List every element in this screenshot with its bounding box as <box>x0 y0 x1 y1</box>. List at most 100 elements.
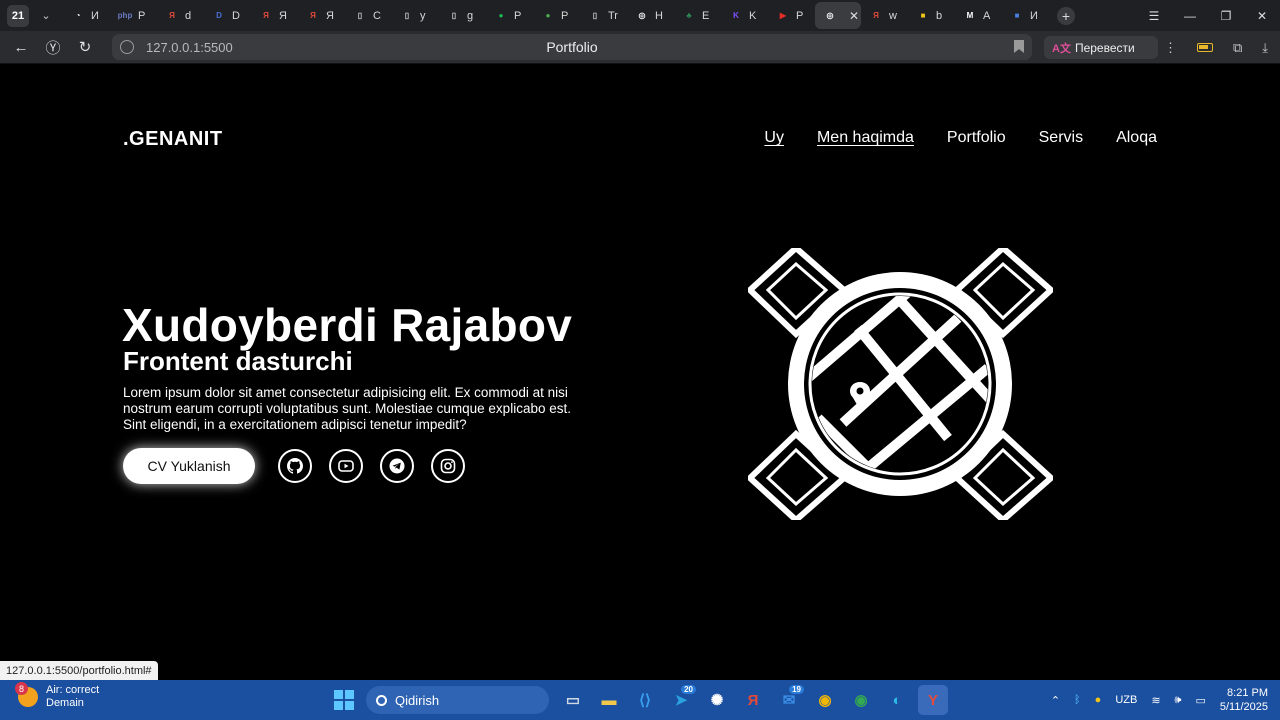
bluetooth-icon[interactable]: ᛒ <box>1074 694 1081 706</box>
tab-label: P <box>138 9 146 22</box>
nav-link-aloqa[interactable]: Aloqa <box>1116 129 1157 147</box>
browser-tab[interactable]: MA <box>955 2 1002 29</box>
translate-label: Перевести <box>1074 40 1135 55</box>
yandex-taskbar-button[interactable]: Я <box>738 685 768 715</box>
window-controls: ☰ — ❐ ✕ <box>1136 0 1280 31</box>
start-button[interactable] <box>334 690 354 710</box>
tray-overflow-icon[interactable]: ⌃ <box>1051 694 1060 707</box>
tray-app-icon[interactable]: ● <box>1095 694 1102 706</box>
telegram-link[interactable] <box>380 449 414 483</box>
browser-tab-bar: 21 ⌄ ◔ Иphp P Яd D D Я Я Я Я ▯ C ▯ y ▯ g ● P ● P ▯ Tr ◎ H ♣ E K K ▶ P… <box>0 0 1280 31</box>
nav-link-servis[interactable]: Servis <box>1039 129 1083 147</box>
tab-favicon-icon: ▶ <box>779 11 787 20</box>
tab-label: E <box>702 9 710 22</box>
tab-favicon-icon: ■ <box>920 11 926 20</box>
tab-count-button[interactable]: 21 <box>7 4 29 27</box>
tab-label: P <box>561 9 569 22</box>
nav-link-men-haqimda[interactable]: Men haqimda <box>817 129 914 147</box>
bookmark-icon[interactable] <box>1014 40 1024 53</box>
file-explorer-taskbar-button[interactable]: ▬ <box>594 685 624 715</box>
mail-taskbar-button[interactable]: ✉ 19 <box>774 685 804 715</box>
minimize-button[interactable]: — <box>1172 9 1208 23</box>
volume-icon[interactable]: 🕪 <box>1175 694 1182 707</box>
menu-icon[interactable]: ☰ <box>1136 9 1172 23</box>
wifi-icon[interactable]: ≋ <box>1151 694 1160 707</box>
github-link[interactable] <box>278 449 312 483</box>
battery-saver-icon[interactable] <box>1196 43 1213 52</box>
browser-tab[interactable]: ♣ E <box>674 2 721 29</box>
chrome-profile-taskbar-button[interactable]: ◉ <box>846 685 876 715</box>
reload-button[interactable]: ↻ <box>74 38 96 56</box>
instagram-icon <box>440 458 456 474</box>
browser-tab[interactable]: DD <box>204 2 251 29</box>
browser-tab[interactable]: Яd <box>157 2 204 29</box>
browser-tab[interactable]: ◔ И <box>63 2 110 29</box>
nav-link-portfolio[interactable]: Portfolio <box>947 129 1006 147</box>
social-links <box>278 449 465 483</box>
tab-favicon-icon: K <box>733 11 739 20</box>
youtube-link[interactable] <box>329 449 363 483</box>
browser-tab[interactable]: KK <box>721 2 768 29</box>
back-button[interactable]: ← <box>10 39 32 56</box>
browser-tab[interactable]: ◎ ✕ <box>815 2 861 29</box>
clock[interactable]: 8:21 PM 5/11/2025 <box>1220 686 1268 714</box>
system-tray: ⌃ ᛒ ● UZB ≋ 🕪 ▭ 8:21 PM 5/11/2025 <box>1051 680 1268 720</box>
task-view-taskbar-button[interactable]: ▭ <box>558 685 588 715</box>
cv-download-button[interactable]: CV Yuklanish <box>123 448 255 484</box>
edge-taskbar-button[interactable]: ◐ <box>882 685 912 715</box>
browser-tab[interactable]: ЯЯ <box>251 2 298 29</box>
vscode-icon: ⟨⟩ <box>639 692 651 709</box>
maximize-button[interactable]: ❐ <box>1208 9 1244 23</box>
nav-link-uy[interactable]: Uy <box>764 129 784 147</box>
collections-icon[interactable]: ⧉ <box>1233 40 1242 56</box>
browser-tab[interactable]: ▯ C <box>345 2 392 29</box>
close-tab-icon[interactable]: ✕ <box>849 9 859 23</box>
site-info-icon[interactable] <box>120 40 134 54</box>
chatgpt-taskbar-button[interactable]: ✺ <box>702 685 732 715</box>
close-window-button[interactable]: ✕ <box>1244 9 1280 23</box>
browser-tab[interactable]: ● P <box>486 2 533 29</box>
new-tab-button[interactable]: + <box>1057 6 1075 25</box>
browser-tab[interactable]: ▯ Tr <box>580 2 627 29</box>
tab-label: Я <box>326 9 334 22</box>
browser-tab[interactable]: ● P <box>533 2 580 29</box>
taskbar-search[interactable]: Qidirish <box>366 686 549 714</box>
yandex-browser-taskbar-button[interactable]: Y <box>918 685 948 715</box>
translate-button[interactable]: A文 Перевести <box>1044 36 1158 59</box>
vscode-taskbar-button[interactable]: ⟨⟩ <box>630 685 660 715</box>
tab-label: g <box>467 9 474 22</box>
browser-tab[interactable]: ■ b <box>908 2 955 29</box>
browser-tab[interactable]: ◎ H <box>627 2 674 29</box>
tab-favicon-icon: ◔ <box>75 11 81 20</box>
instagram-link[interactable] <box>431 449 465 483</box>
tab-label: b <box>936 9 943 22</box>
battery-icon[interactable]: ▭ <box>1195 694 1205 707</box>
hero-role: Frontent dasturchi <box>123 346 353 376</box>
yandex-browser-icon: Y <box>927 691 938 709</box>
file-explorer-icon: ▬ <box>601 691 617 709</box>
youtube-icon <box>338 460 354 472</box>
browser-tab[interactable]: ▶ P <box>768 2 815 29</box>
browser-tab[interactable]: ■ И <box>1002 2 1049 29</box>
tab-label: K <box>749 9 757 22</box>
more-icon[interactable]: ⋮ <box>1164 40 1177 56</box>
download-icon[interactable]: ⤓ <box>1262 40 1268 56</box>
weather-widget[interactable]: 8 Air: correct Demain <box>15 682 99 710</box>
tab-label: Tr <box>608 9 618 22</box>
browser-tab[interactable]: ▯ y <box>392 2 439 29</box>
url-input[interactable]: 127.0.0.1:5500 Portfolio <box>112 34 1032 60</box>
tab-favicon-icon: Я <box>263 11 269 20</box>
chevron-down-icon[interactable]: ⌄ <box>37 9 55 22</box>
chrome-taskbar-button[interactable]: ◉ <box>810 685 840 715</box>
browser-tab[interactable]: php P <box>110 2 157 29</box>
tab-label: w <box>889 9 897 22</box>
telegram-taskbar-button[interactable]: ➤ 20 <box>666 685 696 715</box>
browser-tab[interactable]: Яw <box>861 2 908 29</box>
notification-badge: 20 <box>681 685 696 694</box>
language-indicator[interactable]: UZB <box>1115 694 1137 706</box>
browser-tab[interactable]: ЯЯ <box>298 2 345 29</box>
browser-tab[interactable]: ▯ g <box>439 2 486 29</box>
site-logo[interactable]: .GENANIT <box>123 128 223 151</box>
yandex-home-icon[interactable]: Ⓨ <box>42 37 64 58</box>
tab-favicon-icon: ▯ <box>592 11 598 20</box>
